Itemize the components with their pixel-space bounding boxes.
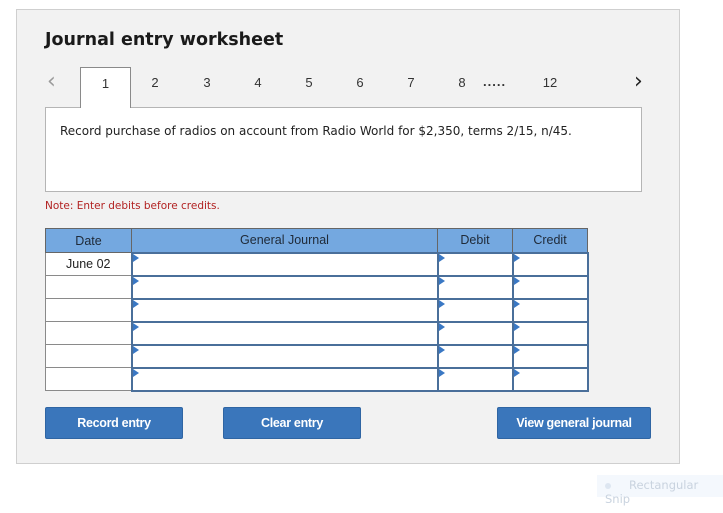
credit-input[interactable] xyxy=(513,322,587,344)
account-input[interactable] xyxy=(132,253,437,275)
account-cell xyxy=(130,343,439,369)
tab-1[interactable]: 1 xyxy=(80,67,131,108)
account-input[interactable] xyxy=(132,299,437,321)
journal-header-row: Date General Journal Debit Credit xyxy=(45,228,588,253)
date-cell: June 02 xyxy=(45,252,132,276)
account-cell xyxy=(130,366,439,392)
debit-input[interactable] xyxy=(438,322,512,344)
header-date: Date xyxy=(45,228,132,253)
credit-input[interactable] xyxy=(513,345,587,367)
journal-row xyxy=(45,320,589,346)
tab-12[interactable]: 12 xyxy=(538,75,562,90)
dropdown-marker-icon xyxy=(132,253,139,262)
debit-cell xyxy=(436,297,514,323)
worksheet-title: Journal entry worksheet xyxy=(45,30,284,50)
tab-7[interactable]: 7 xyxy=(401,75,421,90)
tab-5[interactable]: 5 xyxy=(299,75,319,90)
dropdown-marker-icon xyxy=(513,253,520,262)
dropdown-marker-icon xyxy=(132,322,139,331)
tab-3[interactable]: 3 xyxy=(197,75,217,90)
dropdown-marker-icon xyxy=(438,276,445,285)
date-cell xyxy=(45,344,132,368)
credit-input[interactable] xyxy=(513,276,587,298)
tab-2[interactable]: 2 xyxy=(145,75,165,90)
dropdown-marker-icon xyxy=(132,368,139,377)
question-text: Record purchase of radios on account fro… xyxy=(45,107,642,192)
journal-row: June 02 xyxy=(45,251,589,277)
credit-input[interactable] xyxy=(513,368,587,390)
dropdown-marker-icon xyxy=(438,253,445,262)
date-cell xyxy=(45,298,132,322)
journal-entry-worksheet-panel: Journal entry worksheet ‹ 1 2 3 4 5 6 7 … xyxy=(16,9,680,464)
snip-label: Rectangular Snip xyxy=(605,478,699,506)
account-input[interactable] xyxy=(132,322,437,344)
credit-cell xyxy=(511,251,589,277)
debit-cell xyxy=(436,366,514,392)
dropdown-marker-icon xyxy=(438,299,445,308)
debit-input[interactable] xyxy=(438,253,512,275)
account-cell xyxy=(130,251,439,277)
header-credit: Credit xyxy=(512,228,588,253)
debit-input[interactable] xyxy=(438,299,512,321)
debit-input[interactable] xyxy=(438,368,512,390)
dropdown-marker-icon xyxy=(513,276,520,285)
debits-note: Note: Enter debits before credits. xyxy=(45,200,220,212)
credit-cell xyxy=(511,343,589,369)
tabs-ellipsis: ..... xyxy=(483,74,507,89)
tab-8[interactable]: 8 xyxy=(452,75,472,90)
dropdown-marker-icon xyxy=(438,322,445,331)
header-debit: Debit xyxy=(437,228,513,253)
credit-cell xyxy=(511,366,589,392)
clear-entry-button[interactable]: Clear entry xyxy=(223,407,361,439)
account-input[interactable] xyxy=(132,345,437,367)
journal-row xyxy=(45,343,589,369)
snip-icon xyxy=(605,482,611,489)
dropdown-marker-icon xyxy=(513,368,520,377)
debit-cell xyxy=(436,320,514,346)
tab-6[interactable]: 6 xyxy=(350,75,370,90)
chevron-right-icon[interactable]: › xyxy=(634,69,643,94)
journal-table: Date General Journal Debit Credit June 0… xyxy=(45,228,589,392)
dropdown-marker-icon xyxy=(513,322,520,331)
dropdown-marker-icon xyxy=(132,345,139,354)
rectangular-snip-overlay: Rectangular Snip xyxy=(597,475,723,506)
credit-cell xyxy=(511,297,589,323)
dropdown-marker-icon xyxy=(513,345,520,354)
view-general-journal-button[interactable]: View general journal xyxy=(497,407,651,439)
account-cell xyxy=(130,297,439,323)
date-cell xyxy=(45,321,132,345)
credit-input[interactable] xyxy=(513,253,587,275)
credit-cell xyxy=(511,274,589,300)
dropdown-marker-icon xyxy=(438,345,445,354)
account-cell xyxy=(130,274,439,300)
account-input[interactable] xyxy=(132,368,437,390)
chevron-left-icon[interactable]: ‹ xyxy=(47,69,56,94)
journal-row xyxy=(45,274,589,300)
debit-cell xyxy=(436,274,514,300)
credit-cell xyxy=(511,320,589,346)
dropdown-marker-icon xyxy=(438,368,445,377)
header-general-journal: General Journal xyxy=(131,228,438,253)
credit-input[interactable] xyxy=(513,299,587,321)
account-input[interactable] xyxy=(132,276,437,298)
journal-row xyxy=(45,366,589,392)
debit-input[interactable] xyxy=(438,345,512,367)
date-cell xyxy=(45,275,132,299)
dropdown-marker-icon xyxy=(132,276,139,285)
record-entry-button[interactable]: Record entry xyxy=(45,407,183,439)
date-cell xyxy=(45,367,132,391)
debit-input[interactable] xyxy=(438,276,512,298)
dropdown-marker-icon xyxy=(132,299,139,308)
debit-cell xyxy=(436,251,514,277)
debit-cell xyxy=(436,343,514,369)
tab-4[interactable]: 4 xyxy=(248,75,268,90)
entry-tabs: ‹ 1 2 3 4 5 6 7 8 ..... 12 › xyxy=(17,67,679,108)
account-cell xyxy=(130,320,439,346)
dropdown-marker-icon xyxy=(513,299,520,308)
journal-row xyxy=(45,297,589,323)
